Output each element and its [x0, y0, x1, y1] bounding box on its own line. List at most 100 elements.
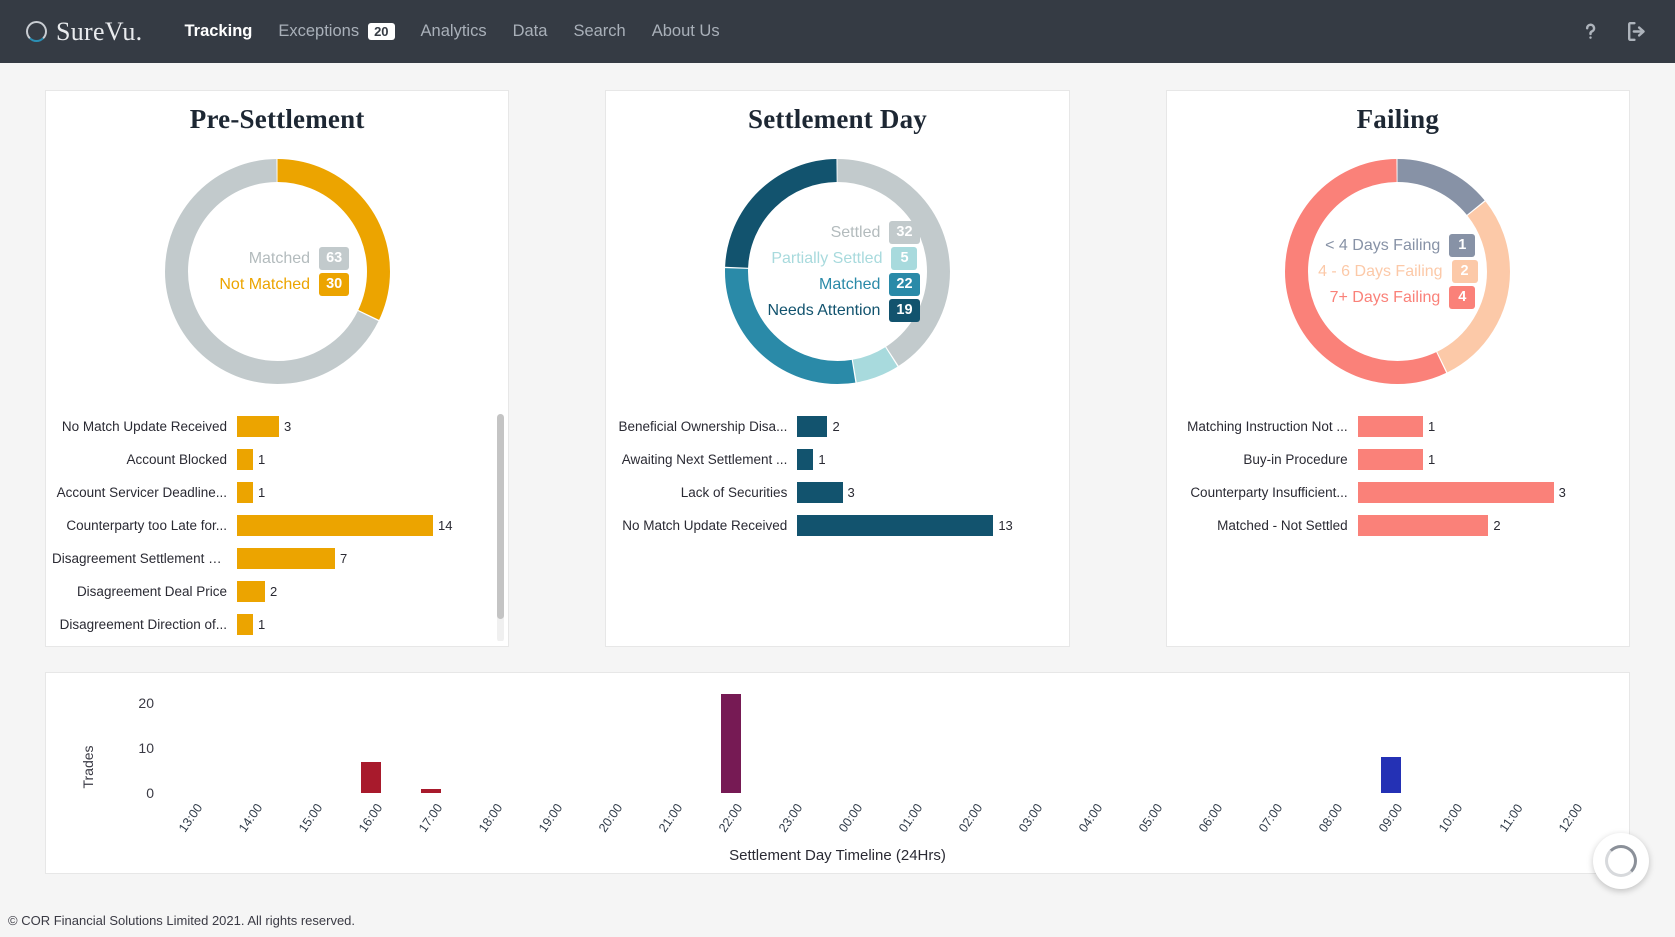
x-tick-slot: 04:00 — [1061, 797, 1121, 835]
timeline-bar-slot[interactable] — [1541, 685, 1601, 793]
x-tick-slot: 10:00 — [1421, 797, 1481, 835]
legend-row[interactable]: Partially Settled 5 — [757, 246, 918, 271]
x-tick-slot: 21:00 — [641, 797, 701, 835]
bar-row[interactable]: Counterparty too Late for... 14 — [52, 509, 486, 542]
bar-track: 1 — [237, 482, 486, 503]
bar-label: No Match Update Received — [622, 518, 788, 533]
timeline-bar-slot[interactable] — [761, 685, 821, 793]
bar-list-scrollbar[interactable] — [497, 414, 505, 641]
bar-row[interactable]: Account Servicer Deadline... 1 — [52, 476, 486, 509]
bar-row[interactable]: Beneficial Ownership Disa... 2 — [612, 410, 1046, 443]
legend-row[interactable]: Matched 63 — [205, 246, 350, 271]
legend-value-badge: 30 — [319, 273, 350, 296]
loading-spinner-button[interactable] — [1593, 833, 1649, 889]
bar-track: 3 — [237, 416, 486, 437]
donut-chart[interactable]: Settled 32 Partially Settled 5 Matched 22 Need… — [715, 149, 960, 394]
bar-row[interactable]: Matching Instruction Not ... 1 — [1173, 410, 1607, 443]
bar-fill — [237, 416, 279, 437]
nav-link-data[interactable]: Data — [513, 22, 548, 41]
bar-row[interactable]: No Match Update Received 13 — [612, 509, 1046, 542]
timeline-bar-slot[interactable] — [281, 685, 341, 793]
nav-link-tracking[interactable]: Tracking — [184, 22, 252, 41]
timeline-bar-slot[interactable] — [521, 685, 581, 793]
timeline-bar-slot[interactable] — [1421, 685, 1481, 793]
timeline-bar-slot[interactable] — [701, 685, 761, 793]
timeline-bar-slot[interactable] — [1001, 685, 1061, 793]
donut-chart[interactable]: < 4 Days Failing 1 4 - 6 Days Failing 2 7+ D… — [1275, 149, 1520, 394]
legend-row[interactable]: Settled 32 — [755, 220, 920, 245]
legend-value-badge: 32 — [889, 221, 920, 244]
nav-link-about-us[interactable]: About Us — [652, 22, 720, 41]
bar-label: Lack of Securities — [680, 485, 788, 500]
timeline-bar-slot[interactable] — [581, 685, 641, 793]
timeline-bar-slot[interactable] — [641, 685, 701, 793]
legend-value-badge: 19 — [889, 299, 920, 322]
bar-row[interactable]: Lack of Securities 3 — [612, 476, 1046, 509]
timeline-bar-slot[interactable] — [1121, 685, 1181, 793]
timeline-bar-slot[interactable] — [821, 685, 881, 793]
nav-link-exceptions[interactable]: Exceptions 20 — [278, 22, 395, 41]
bar-row[interactable]: Disagreement Settlement D... 7 — [52, 542, 486, 575]
legend-row[interactable]: 4 - 6 Days Failing 2 — [1318, 259, 1478, 284]
timeline-bar[interactable] — [421, 788, 441, 793]
timeline-bar[interactable] — [721, 694, 741, 793]
legend-label: Matched — [819, 276, 881, 293]
timeline-bar-slot[interactable] — [1181, 685, 1241, 793]
timeline-bar[interactable] — [361, 761, 381, 793]
bar-fill — [797, 482, 843, 503]
logout-icon[interactable] — [1624, 19, 1649, 44]
legend-label: 7+ Days Failing — [1329, 289, 1441, 306]
bar-row[interactable]: Disagreement Deal Price 2 — [52, 575, 486, 608]
legend-label: Matched — [248, 250, 311, 267]
bar-fill — [797, 449, 814, 470]
legend-row[interactable]: 7+ Days Failing 4 — [1320, 285, 1476, 310]
question-mark-icon[interactable] — [1579, 20, 1602, 43]
bar-row[interactable]: Matched - Not Settled 2 — [1173, 509, 1607, 542]
timeline-bar-slot[interactable] — [941, 685, 1001, 793]
bar-row[interactable]: Account Blocked 1 — [52, 443, 486, 476]
x-tick-slot: 14:00 — [221, 797, 281, 835]
bar-row[interactable]: Counterparty Insufficient... 3 — [1173, 476, 1607, 509]
x-tick-slot: 00:00 — [821, 797, 881, 835]
bar-value: 7 — [340, 551, 348, 566]
x-tick-slot: 05:00 — [1121, 797, 1181, 835]
x-tick-label: 19:00 — [536, 801, 566, 835]
donut-chart[interactable]: Matched 63 Not Matched 30 — [155, 149, 400, 394]
timeline-bar-slot[interactable] — [1061, 685, 1121, 793]
bar-row[interactable]: No Match Update Received 3 — [52, 410, 486, 443]
x-tick-slot: 18:00 — [461, 797, 521, 835]
bar-value: 13 — [998, 518, 1013, 533]
brand-logo[interactable]: SureVu. — [26, 17, 142, 47]
timeline-bar-slot[interactable] — [161, 685, 221, 793]
nav-link-analytics[interactable]: Analytics — [421, 22, 487, 41]
legend-row[interactable]: Not Matched 30 — [205, 272, 350, 297]
brand-name: SureVu. — [56, 16, 143, 46]
timeline-bar-slot[interactable] — [881, 685, 941, 793]
nav-link-search[interactable]: Search — [573, 22, 625, 41]
timeline-bar-slot[interactable] — [1481, 685, 1541, 793]
timeline-bar-slot[interactable] — [401, 685, 461, 793]
timeline-bar-slot[interactable] — [1361, 685, 1421, 793]
legend-row[interactable]: Needs Attention 19 — [755, 298, 920, 323]
timeline-bar-slot[interactable] — [1241, 685, 1301, 793]
legend-row[interactable]: Matched 22 — [755, 272, 920, 297]
timeline-bar-slot[interactable] — [341, 685, 401, 793]
bar-label: Beneficial Ownership Disa... — [618, 419, 788, 434]
x-tick-label: 06:00 — [1196, 801, 1226, 835]
scrollbar-thumb[interactable] — [497, 414, 505, 619]
bar-row[interactable]: Disagreement Direction of... 1 — [52, 608, 486, 641]
timeline-bar[interactable] — [1381, 757, 1401, 793]
bar-fill — [237, 515, 433, 536]
bar-row[interactable]: Awaiting Next Settlement ... 1 — [612, 443, 1046, 476]
x-tick-slot: 23:00 — [761, 797, 821, 835]
nav-link-label: Data — [512, 22, 548, 40]
bar-value: 2 — [1493, 518, 1501, 533]
legend-row[interactable]: < 4 Days Failing 1 — [1320, 233, 1476, 258]
nav-link-label: Search — [573, 22, 626, 40]
timeline-bar-slot[interactable] — [461, 685, 521, 793]
timeline-bar-slot[interactable] — [1301, 685, 1361, 793]
x-tick-label: 17:00 — [416, 801, 446, 835]
bar-row[interactable]: Buy-in Procedure 1 — [1173, 443, 1607, 476]
timeline-bar-slot[interactable] — [221, 685, 281, 793]
x-tick-slot: 07:00 — [1241, 797, 1301, 835]
